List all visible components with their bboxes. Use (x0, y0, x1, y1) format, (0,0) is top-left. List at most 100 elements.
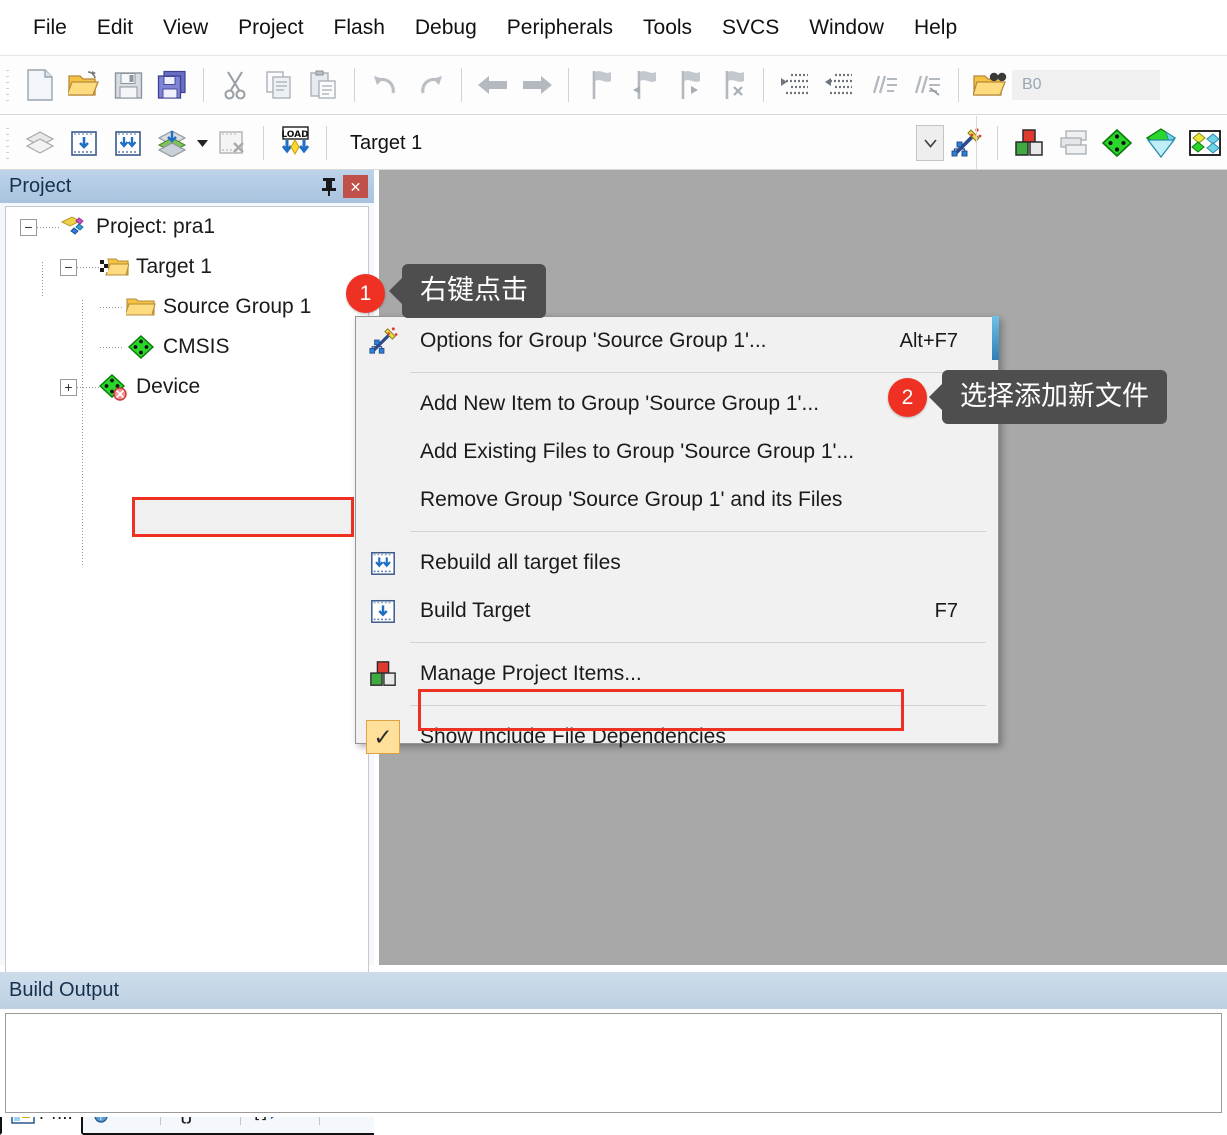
menu-item-peripherals[interactable]: Peripherals (492, 12, 628, 44)
menu-item-file[interactable]: File (18, 12, 82, 44)
open-file-button[interactable] (62, 62, 106, 108)
menu-item-svcs[interactable]: SVCS (707, 12, 794, 44)
bookmark-prev-button[interactable] (622, 62, 666, 108)
find-in-files-icon (973, 72, 1007, 96)
menu-item-flash[interactable]: Flash (319, 12, 400, 44)
cut-button[interactable] (213, 62, 257, 108)
menu-item-debug[interactable]: Debug (400, 12, 492, 44)
project-tree[interactable]: − Project: pra1 − Target 1 Source Group … (5, 206, 369, 1050)
redo-button[interactable] (408, 62, 452, 108)
menu-item-shortcut: Alt+F7 (899, 329, 958, 352)
pack-installer-icon (1101, 128, 1133, 158)
build-icon (356, 589, 410, 633)
device-icon (99, 374, 129, 401)
bookmark-clear-button[interactable] (710, 62, 754, 108)
paste-button[interactable] (301, 62, 345, 108)
menu-bar: File Edit View Project Flash Debug Perip… (0, 0, 1227, 55)
annotation-badge-2: 2 (888, 378, 927, 417)
toolbar-separator (326, 126, 327, 160)
bookmark-next-button[interactable] (666, 62, 710, 108)
select-software-packs-button[interactable] (1183, 120, 1227, 166)
manage-project-items-button[interactable] (1007, 120, 1051, 166)
menu-item-show-include-dependencies[interactable]: ✓ Show Include File Dependencies (356, 713, 998, 761)
menu-item-project[interactable]: Project (223, 12, 318, 44)
download-button[interactable]: LOAD (273, 120, 317, 166)
menu-item-remove-group[interactable]: Remove Group 'Source Group 1' and its Fi… (356, 476, 998, 524)
menu-item-edit[interactable]: Edit (82, 12, 148, 44)
menu-item-label: Manage Project Items... (420, 662, 642, 685)
redo-icon (421, 76, 442, 94)
menu-item-icon-slot (356, 478, 410, 522)
undo-button[interactable] (364, 62, 408, 108)
paste-icon (310, 70, 336, 99)
navigate-forward-button[interactable] (515, 62, 559, 108)
menu-item-tools[interactable]: Tools (628, 12, 707, 44)
close-panel-button[interactable]: ✕ (343, 175, 368, 198)
build-button[interactable] (62, 120, 106, 166)
toolbar-separator (958, 68, 959, 102)
tree-node-label: Target 1 (136, 255, 212, 278)
pack-installer-button[interactable] (1095, 120, 1139, 166)
translate-button[interactable] (18, 120, 62, 166)
tree-node-project[interactable]: − Project: pra1 (6, 207, 368, 247)
indent-left-button[interactable] (817, 62, 861, 108)
tree-connector (100, 306, 122, 308)
toolbar-grip[interactable] (3, 66, 13, 104)
pin-icon[interactable] (315, 173, 343, 201)
copy-button[interactable] (257, 62, 301, 108)
target-dropdown-button[interactable] (916, 125, 944, 161)
menu-item-manage-project-items[interactable]: Manage Project Items... (356, 650, 998, 698)
rebuild-button[interactable] (106, 120, 150, 166)
tree-connector (77, 386, 99, 388)
uncomment-button[interactable] (905, 62, 949, 108)
checkbox-checked[interactable]: ✓ (366, 720, 400, 754)
build-output-content[interactable] (5, 1013, 1222, 1113)
tree-expander[interactable]: + (60, 378, 77, 396)
manage-project-items-icon (1015, 129, 1043, 156)
annotation-badge-1: 1 (346, 274, 385, 313)
manage-run-time-button[interactable] (1139, 120, 1183, 166)
batch-build-dropdown-arrow[interactable] (194, 139, 210, 147)
indent-right-button[interactable] (773, 62, 817, 108)
comment-button[interactable] (861, 62, 905, 108)
target-selector-label[interactable]: Target 1 (350, 132, 422, 155)
svg-text:LOAD: LOAD (281, 130, 308, 140)
find-input[interactable]: B0 (1012, 70, 1160, 100)
bookmark-toggle-button[interactable] (578, 62, 622, 108)
tree-expander[interactable]: − (20, 218, 37, 236)
menu-item-rebuild-all[interactable]: Rebuild all target files (356, 539, 998, 587)
menu-item-label: Remove Group 'Source Group 1' and its Fi… (420, 488, 843, 511)
tree-node-target[interactable]: − Target 1 (6, 247, 368, 287)
tree-expander[interactable]: − (60, 258, 77, 276)
menu-item-add-existing-files[interactable]: Add Existing Files to Group 'Source Grou… (356, 428, 998, 476)
find-in-files-button[interactable] (968, 62, 1012, 108)
close-icon: ✕ (349, 178, 362, 195)
save-icon (114, 71, 142, 99)
menu-item-view[interactable]: View (148, 12, 223, 44)
toolbar-grip[interactable] (3, 124, 13, 162)
menu-item-help[interactable]: Help (899, 12, 972, 44)
menu-item-options-for-group[interactable]: Options for Group 'Source Group 1'... Al… (356, 317, 998, 365)
stop-build-button[interactable] (210, 120, 254, 166)
tree-node-device[interactable]: + Device (6, 367, 368, 407)
new-file-button[interactable] (18, 62, 62, 108)
tree-node-cmsis[interactable]: CMSIS (6, 327, 368, 367)
target-options-button[interactable] (944, 120, 988, 166)
menu-item-window[interactable]: Window (794, 12, 899, 44)
multi-project-button[interactable] (1051, 120, 1095, 166)
checkmark-icon: ✓ (356, 715, 410, 759)
save-button[interactable] (106, 62, 150, 108)
pushpin-icon (322, 177, 336, 196)
batch-build-button[interactable] (150, 120, 194, 166)
undo-icon (374, 76, 395, 94)
save-all-button[interactable] (150, 62, 194, 108)
menu-item-icon-slot (356, 382, 410, 426)
save-all-icon (157, 70, 186, 99)
new-file-icon (27, 69, 53, 101)
tree-node-source-group[interactable]: Source Group 1 (6, 287, 368, 327)
menu-item-icon-slot (356, 430, 410, 474)
translate-icon (25, 131, 55, 154)
tree-connector (37, 226, 59, 228)
navigate-back-button[interactable] (471, 62, 515, 108)
menu-item-build-target[interactable]: Build Target F7 (356, 587, 998, 635)
